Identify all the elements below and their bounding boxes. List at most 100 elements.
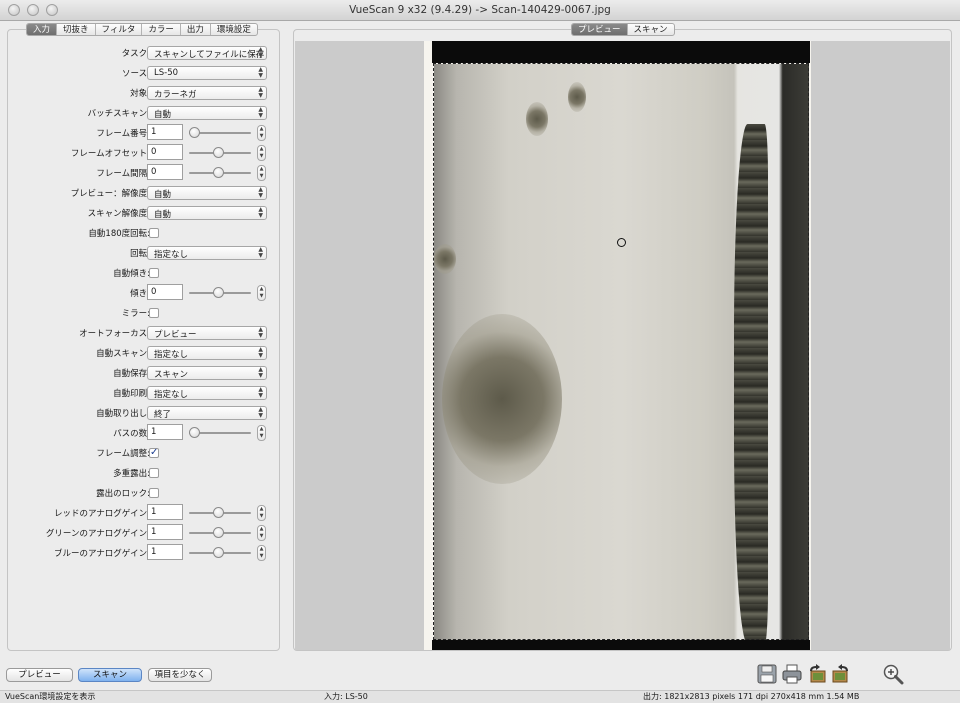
passes-stepper[interactable]: ▲ ▼ (257, 425, 266, 441)
skew-slider-knob[interactable] (213, 287, 224, 298)
frame-number-row: フレーム番号: 1 ▲ ▼ (7, 123, 280, 143)
task-value: スキャンしてファイルに保存 (154, 50, 265, 60)
scan-resolution-label: スキャン解像度: (87, 209, 150, 219)
skew-field[interactable]: 0 (147, 284, 183, 300)
green-gain-label: グリーンのアナログゲイン: (45, 529, 150, 539)
status-left: VueScan環境設定を表示 (5, 692, 96, 701)
multi-exposure-checkbox[interactable] (149, 468, 159, 478)
skew-stepper[interactable]: ▲ ▼ (257, 285, 266, 301)
settings-tabs: 入力 切抜き フィルタ カラー 出力 環境設定 (26, 23, 258, 36)
source-select[interactable]: LS-50 ▲ ▼ (147, 66, 267, 80)
rotate-right-icon[interactable] (830, 663, 852, 685)
red-gain-stepper[interactable]: ▲ ▼ (257, 505, 266, 521)
print-icon[interactable] (781, 663, 803, 685)
frame-offset-slider-knob[interactable] (213, 147, 224, 158)
tab-prefs[interactable]: 環境設定 (209, 24, 257, 35)
scan-resolution-value: 自動 (154, 210, 172, 220)
source-value: LS-50 (154, 68, 179, 78)
auto-scan-select[interactable]: 指定なし ▲ ▼ (147, 346, 267, 360)
tab-output[interactable]: 出力 (179, 24, 210, 35)
focus-point-icon[interactable] (617, 238, 626, 247)
green-gain-stepper[interactable]: ▲ ▼ (257, 525, 266, 541)
preview-button[interactable]: プレビュー (6, 668, 73, 682)
frame-number-label: フレーム番号: (96, 129, 150, 139)
multi-exposure-row: 多重露出: (7, 463, 280, 483)
passes-slider-knob[interactable] (189, 427, 200, 438)
preview-resolution-select[interactable]: 自動 ▲ ▼ (147, 186, 267, 200)
tab-filter[interactable]: フィルタ (94, 24, 142, 35)
batch-scan-row: バッチスキャン: 自動 ▲ ▼ (7, 103, 280, 123)
auto-save-value: スキャン (154, 370, 189, 380)
updown-arrows-icon: ▲ ▼ (258, 386, 263, 399)
auto-save-select[interactable]: スキャン ▲ ▼ (147, 366, 267, 380)
frame-spacing-row: フレーム間隔: 0 ▲ ▼ (7, 163, 280, 183)
frame-spacing-field[interactable]: 0 (147, 164, 183, 180)
auto-save-label: 自動保存: (113, 369, 150, 379)
auto-eject-select[interactable]: 終了 ▲ ▼ (147, 406, 267, 420)
frame-spacing-stepper[interactable]: ▲ ▼ (257, 165, 266, 181)
crop-marquee[interactable] (433, 63, 809, 640)
tab-scan[interactable]: スキャン (626, 24, 674, 35)
frame-number-value: 1 (151, 127, 157, 137)
updown-arrows-icon: ▲ ▼ (258, 246, 263, 259)
green-gain-field[interactable]: 1 (147, 524, 183, 540)
tab-input[interactable]: 入力 (27, 24, 57, 35)
updown-arrows-icon: ▲ ▼ (258, 206, 263, 219)
auto-skew-checkbox[interactable] (149, 268, 159, 278)
task-select[interactable]: スキャンしてファイルに保存 ▲ ▼ (147, 46, 267, 60)
blue-gain-row: ブルーのアナログゲイン: 1 ▲ ▼ (7, 543, 280, 563)
frame-number-field[interactable]: 1 (147, 124, 183, 140)
autofocus-value: プレビュー (154, 330, 197, 340)
blue-gain-value: 1 (151, 547, 157, 557)
media-select[interactable]: カラーネガ ▲ ▼ (147, 86, 267, 100)
passes-field[interactable]: 1 (147, 424, 183, 440)
blue-gain-stepper[interactable]: ▲ ▼ (257, 545, 266, 561)
auto-scan-label: 自動スキャン: (96, 349, 150, 359)
updown-arrows-icon: ▲ ▼ (258, 86, 263, 99)
tab-preview[interactable]: プレビュー (572, 24, 627, 35)
auto-rotate-checkbox[interactable] (149, 228, 159, 238)
red-gain-row: レッドのアナログゲイン: 1 ▲ ▼ (7, 503, 280, 523)
green-gain-slider-knob[interactable] (213, 527, 224, 538)
frame-offset-stepper[interactable]: ▲ ▼ (257, 145, 266, 161)
window-title: VueScan 9 x32 (9.4.29) -> Scan-140429-00… (349, 4, 611, 16)
auto-save-row: 自動保存: スキャン ▲ ▼ (7, 363, 280, 383)
save-icon[interactable] (756, 663, 778, 685)
blue-gain-slider-knob[interactable] (213, 547, 224, 558)
auto-print-label: 自動印刷: (113, 389, 150, 399)
autofocus-select[interactable]: プレビュー ▲ ▼ (147, 326, 267, 340)
rotate-left-icon[interactable] (806, 663, 828, 685)
auto-rotate-row: 自動180度回転: (7, 223, 280, 243)
batch-scan-select[interactable]: 自動 ▲ ▼ (147, 106, 267, 120)
frame-offset-field[interactable]: 0 (147, 144, 183, 160)
rotation-select[interactable]: 指定なし ▲ ▼ (147, 246, 267, 260)
zoom-in-icon[interactable] (882, 663, 904, 685)
tab-crop[interactable]: 切抜き (56, 24, 95, 35)
fewer-options-button[interactable]: 項目を少なく (148, 668, 212, 682)
scan-button[interactable]: スキャン (78, 668, 142, 682)
preview-resolution-value: 自動 (154, 190, 172, 200)
updown-arrows-icon: ▲ ▼ (258, 346, 263, 359)
tab-color[interactable]: カラー (141, 24, 180, 35)
lock-exposure-checkbox[interactable] (149, 488, 159, 498)
auto-print-select[interactable]: 指定なし ▲ ▼ (147, 386, 267, 400)
green-gain-row: グリーンのアナログゲイン: 1 ▲ ▼ (7, 523, 280, 543)
red-gain-slider-knob[interactable] (213, 507, 224, 518)
red-gain-value: 1 (151, 507, 157, 517)
batch-scan-value: 自動 (154, 110, 172, 120)
batch-scan-label: バッチスキャン: (87, 109, 150, 119)
rotation-row: 回転: 指定なし ▲ ▼ (7, 243, 280, 263)
green-gain-value: 1 (151, 527, 157, 537)
auto-print-row: 自動印刷: 指定なし ▲ ▼ (7, 383, 280, 403)
frame-spacing-slider-knob[interactable] (213, 167, 224, 178)
blue-gain-field[interactable]: 1 (147, 544, 183, 560)
frame-number-slider-knob[interactable] (189, 127, 200, 138)
frame-adjust-checkbox[interactable]: ✓ (149, 448, 159, 458)
mirror-checkbox[interactable] (149, 308, 159, 318)
auto-scan-value: 指定なし (154, 350, 189, 360)
scan-resolution-row: スキャン解像度: 自動 ▲ ▼ (7, 203, 280, 223)
frame-number-stepper[interactable]: ▲ ▼ (257, 125, 266, 141)
status-bar: VueScan環境設定を表示 入力: LS-50 出力: 1821x2813 p… (0, 690, 960, 703)
scan-resolution-select[interactable]: 自動 ▲ ▼ (147, 206, 267, 220)
red-gain-field[interactable]: 1 (147, 504, 183, 520)
